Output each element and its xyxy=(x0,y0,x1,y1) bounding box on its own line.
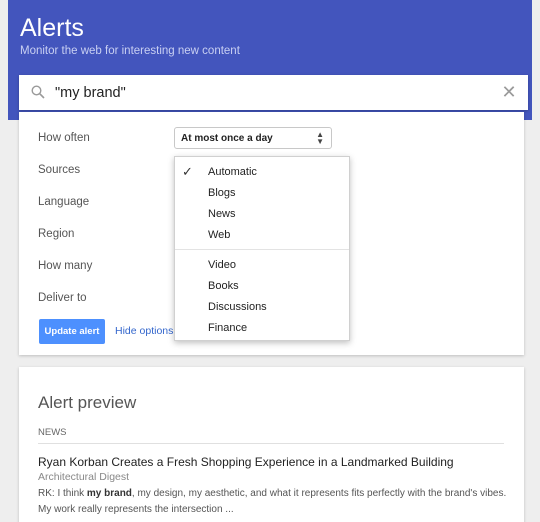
option-label-region: Region xyxy=(38,228,75,240)
sources-item-automatic[interactable]: Automatic xyxy=(208,166,257,178)
article-snippet: RK: I think my brand, my design, my aest… xyxy=(38,486,508,518)
page-title: Alerts xyxy=(20,14,84,42)
snippet-highlight: my brand xyxy=(86,488,132,499)
check-icon: ✓ xyxy=(182,164,193,179)
sources-item-finance[interactable]: Finance xyxy=(208,322,247,334)
sources-item-video[interactable]: Video xyxy=(208,259,236,271)
sort-arrows-icon: ▲ ▼ xyxy=(316,130,324,146)
alert-preview-card: Alert preview NEWS Ryan Korban Creates a… xyxy=(19,367,524,522)
option-label-how-many: How many xyxy=(38,260,93,272)
sources-item-news[interactable]: News xyxy=(208,208,236,220)
sources-dropdown: ✓ Automatic Blogs News Web Video Books D… xyxy=(174,156,350,341)
sources-item-web[interactable]: Web xyxy=(208,229,230,241)
update-alert-button[interactable]: Update alert xyxy=(39,319,105,344)
page-subtitle: Monitor the web for interesting new cont… xyxy=(20,45,240,57)
sources-item-discussions[interactable]: Discussions xyxy=(208,301,267,313)
article-source: Architectural Digest xyxy=(38,471,130,483)
option-label-deliver-to: Deliver to xyxy=(38,292,87,304)
sources-item-blogs[interactable]: Blogs xyxy=(208,187,236,199)
how-often-value: At most once a day xyxy=(181,133,273,144)
snippet-prefix: RK: I think xyxy=(38,488,87,499)
dropdown-divider xyxy=(175,249,349,250)
sources-item-books[interactable]: Books xyxy=(208,280,239,292)
preview-title: Alert preview xyxy=(38,393,137,412)
option-label-sources: Sources xyxy=(38,164,81,176)
close-icon[interactable]: ✕ xyxy=(500,83,518,101)
article-title-link[interactable]: Ryan Korban Creates a Fresh Shopping Exp… xyxy=(38,455,454,469)
hide-options-link[interactable]: Hide options xyxy=(115,325,173,337)
section-label: NEWS xyxy=(38,427,67,438)
search-icon xyxy=(31,85,45,99)
search-input[interactable] xyxy=(55,82,495,104)
how-often-select[interactable]: At most once a day ▲ ▼ xyxy=(174,127,332,149)
option-label-how-often: How often xyxy=(38,132,90,144)
option-label-language: Language xyxy=(38,196,90,208)
section-divider xyxy=(38,443,504,444)
search-box: ✕ xyxy=(19,75,528,110)
